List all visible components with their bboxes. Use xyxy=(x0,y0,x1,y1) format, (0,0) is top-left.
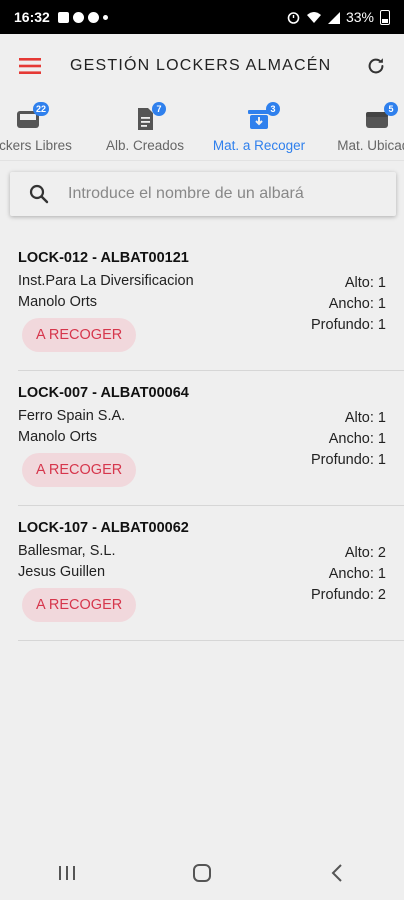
list-item[interactable]: LOCK-007 - ALBAT00064 Ferro Spain S.A. M… xyxy=(18,371,404,506)
page-title: GESTIÓN LOCKERS ALMACÉN xyxy=(70,57,332,74)
search-icon xyxy=(29,184,49,204)
item-dimensions: Alto: 2 Ancho: 1 Profundo: 2 xyxy=(311,543,386,606)
dimension-profundo: Profundo: 1 xyxy=(311,317,386,333)
refresh-button[interactable] xyxy=(348,34,404,98)
tab-badge: 5 xyxy=(384,102,398,116)
more-notifications-icon xyxy=(102,14,108,20)
app-bar: GESTIÓN LOCKERS ALMACÉN xyxy=(0,34,404,98)
whatsapp-notification-icon xyxy=(87,11,99,23)
tab-bar: 22 Lockers Libres 7 Alb. Creados 3 Mat. … xyxy=(0,98,404,162)
tab-label: Mat. a Recoger xyxy=(212,138,306,153)
gallery-notification-icon xyxy=(57,11,69,23)
tab-lockers-libres[interactable]: 22 Lockers Libres xyxy=(0,98,76,162)
status-chip[interactable]: A RECOGER xyxy=(22,318,137,352)
dimension-alto: Alto: 1 xyxy=(344,275,386,291)
settings-notification-icon xyxy=(72,11,84,23)
item-user: Manolo Orts xyxy=(18,429,97,445)
item-code: LOCK-107 - ALBAT00062 xyxy=(18,520,189,536)
notification-icons xyxy=(57,11,108,23)
tab-badge: 22 xyxy=(32,102,49,116)
tab-mat-ubicado[interactable]: 5 Mat. Ubicado xyxy=(329,98,404,162)
list-item[interactable]: LOCK-107 - ALBAT00062 Ballesmar, S.L. Je… xyxy=(18,506,404,641)
dimension-alto: Alto: 1 xyxy=(344,410,386,426)
search-bar xyxy=(10,172,396,216)
dimension-profundo: Profundo: 2 xyxy=(311,587,386,603)
home-icon xyxy=(192,864,211,882)
battery-percent: 33% xyxy=(345,9,374,25)
item-client: Inst.Para La Diversificacion xyxy=(18,273,194,289)
albaran-list: LOCK-012 - ALBAT00121 Inst.Para La Diver… xyxy=(0,236,404,641)
item-user: Jesus Guillen xyxy=(18,564,106,580)
tab-badge: 3 xyxy=(266,102,280,116)
item-dimensions: Alto: 1 Ancho: 1 Profundo: 1 xyxy=(311,273,386,336)
list-item[interactable]: LOCK-012 - ALBAT00121 Inst.Para La Diver… xyxy=(18,236,404,371)
tab-label: Mat. Ubicado xyxy=(337,138,404,153)
alarm-icon xyxy=(287,11,300,24)
status-time: 16:32 xyxy=(14,9,50,25)
dimension-alto: Alto: 2 xyxy=(344,545,386,561)
menu-button[interactable] xyxy=(0,34,60,98)
hamburger-icon xyxy=(19,58,41,74)
tab-label: Alb. Creados xyxy=(105,138,185,153)
refresh-icon xyxy=(368,58,384,74)
status-chip[interactable]: A RECOGER xyxy=(22,588,137,622)
status-chip[interactable]: A RECOGER xyxy=(22,453,137,487)
tab-mat-a-recoger[interactable]: 3 Mat. a Recoger xyxy=(211,98,307,162)
back-icon xyxy=(331,864,342,882)
back-button[interactable] xyxy=(307,846,367,900)
home-button[interactable] xyxy=(172,846,232,900)
signal-icon xyxy=(327,11,340,24)
tab-divider xyxy=(0,160,404,161)
tab-badge: 7 xyxy=(152,102,166,116)
recent-apps-icon xyxy=(59,866,76,880)
item-dimensions: Alto: 1 Ancho: 1 Profundo: 1 xyxy=(311,408,386,471)
dimension-ancho: Ancho: 1 xyxy=(328,566,386,582)
dimension-ancho: Ancho: 1 xyxy=(328,296,386,312)
tab-alb-creados[interactable]: 7 Alb. Creados xyxy=(97,98,193,162)
tab-label: Lockers Libres xyxy=(0,138,72,153)
item-client: Ballesmar, S.L. xyxy=(18,543,116,559)
recent-apps-button[interactable] xyxy=(37,846,97,900)
item-user: Manolo Orts xyxy=(18,294,97,310)
battery-icon xyxy=(380,9,390,25)
dimension-ancho: Ancho: 1 xyxy=(328,431,386,447)
search-button[interactable] xyxy=(10,184,68,204)
item-code: LOCK-012 - ALBAT00121 xyxy=(18,250,189,266)
system-nav-bar xyxy=(0,846,404,900)
search-input[interactable] xyxy=(68,185,368,203)
status-bar: 16:32 33% xyxy=(0,0,404,34)
wifi-icon xyxy=(306,11,321,23)
item-client: Ferro Spain S.A. xyxy=(18,408,126,424)
dimension-profundo: Profundo: 1 xyxy=(311,452,386,468)
item-code: LOCK-007 - ALBAT00064 xyxy=(18,385,189,401)
